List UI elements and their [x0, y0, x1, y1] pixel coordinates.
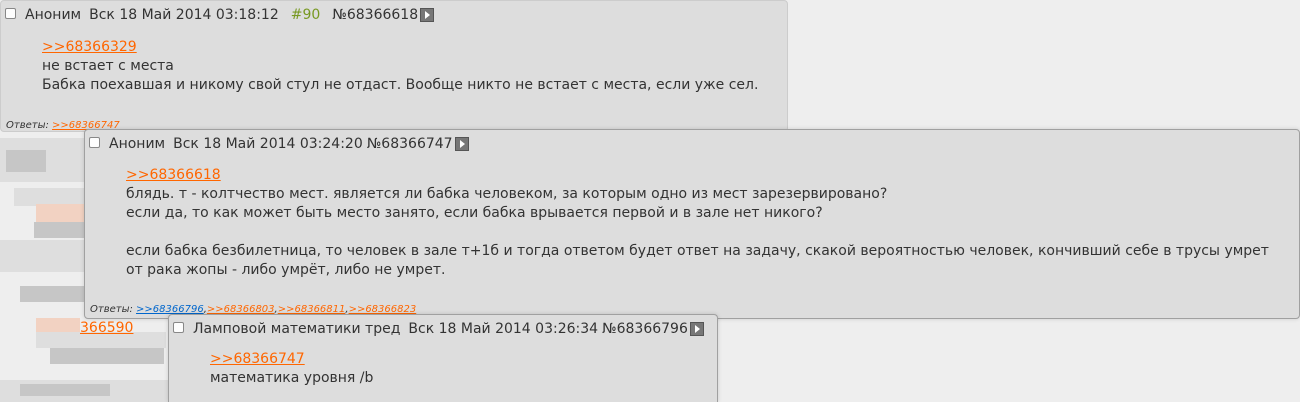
post-68366747: Аноним Вск 18 Май 2014 03:24:20 №6836674… [84, 129, 1300, 319]
post-header: Аноним Вск 18 Май 2014 03:24:20 №6836674… [89, 134, 469, 154]
poster-name: Ламповой математики тред [193, 321, 401, 337]
replies-label: Ответы: [90, 304, 133, 315]
blurred-post-fragment [0, 240, 86, 272]
post-text-line: математика уровня /b [210, 370, 374, 386]
post-text-line: если да, то как может быть место занято,… [126, 205, 823, 221]
post-id-link[interactable]: №68366747 [367, 136, 453, 152]
blurred-post-fragment [50, 348, 164, 364]
post-id-link[interactable]: №68366796 [602, 321, 688, 337]
post-select-checkbox[interactable] [89, 136, 100, 148]
post-body: >>68366747 математика уровня /b [210, 350, 373, 388]
partial-reply-link[interactable]: 366590 [80, 320, 133, 336]
post-68366796: Ламповой математики тред Вск 18 Май 2014… [168, 314, 718, 402]
post-68366618: Аноним Вск 18 Май 2014 03:18:12 #90 №683… [0, 0, 788, 132]
replies-label: Ответы: [6, 120, 49, 131]
blurred-post-fragment [36, 204, 84, 222]
post-date: Вск 18 Май 2014 03:26:34 [408, 321, 599, 337]
poster-name: Аноним [109, 136, 166, 152]
poster-name: Аноним [25, 7, 82, 23]
expand-arrow-icon[interactable] [454, 137, 469, 151]
post-select-checkbox[interactable] [5, 7, 16, 19]
post-body: >>68366329 не встает с места Бабка поеха… [42, 38, 758, 95]
post-body: >>68366618 блядь. т - колтчество мест. я… [126, 166, 1286, 280]
post-header: Ламповой математики тред Вск 18 Май 2014… [173, 319, 704, 339]
post-id-link[interactable]: №68366618 [332, 7, 418, 23]
reply-reference-link[interactable]: >>68366618 [126, 167, 221, 183]
post-text-line: блядь. т - колтчество мест. является ли … [126, 186, 888, 202]
post-header: Аноним Вск 18 Май 2014 03:18:12 #90 №683… [5, 5, 435, 25]
blurred-post-fragment [6, 150, 46, 172]
post-date: Вск 18 Май 2014 03:18:12 [89, 7, 279, 23]
blurred-post-fragment [20, 384, 110, 396]
post-number: #90 [290, 7, 321, 23]
post-text-line: если бабка безбилетница, то человек в за… [126, 243, 1269, 278]
post-date: Вск 18 Май 2014 03:24:20 [173, 136, 363, 152]
blurred-post-fragment [20, 286, 84, 302]
expand-arrow-icon[interactable] [420, 8, 435, 22]
post-text-line: не встает с места [42, 58, 174, 74]
expand-arrow-icon[interactable] [689, 322, 704, 336]
post-text-line: Бабка поехавшая и никому свой стул не от… [42, 77, 759, 93]
reply-reference-link[interactable]: >>68366747 [210, 351, 305, 367]
blurred-post-fragment [34, 222, 84, 238]
post-select-checkbox[interactable] [173, 321, 184, 333]
reply-reference-link[interactable]: >>68366329 [42, 39, 137, 55]
post-text-blank-line [126, 223, 1286, 242]
